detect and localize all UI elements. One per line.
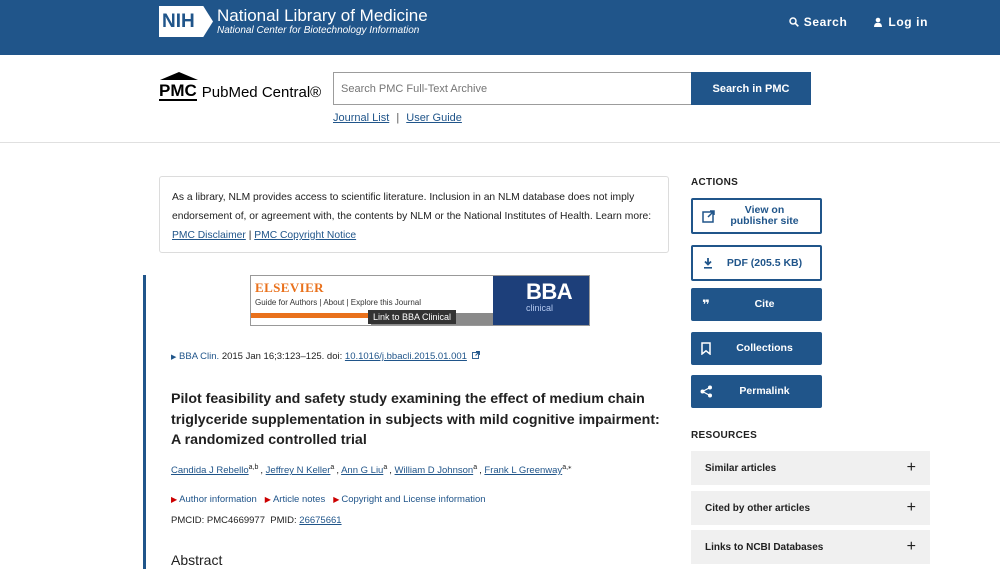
banner-orange-strip — [251, 313, 371, 318]
article-accent-rule — [143, 275, 146, 569]
pmc-search-bar: PMC PubMed Central® Search in PMC Journa… — [0, 55, 1000, 143]
author-affiliation: a — [330, 464, 335, 471]
author-affiliation: a,b — [248, 464, 259, 471]
nih-header: NIH National Library of Medicine Nationa… — [0, 0, 1000, 55]
ncbi-links-accordion[interactable]: Links to NCBI Databases + — [691, 530, 930, 564]
pmid-label: PMID: — [270, 515, 297, 526]
cite-label: Cite — [754, 298, 775, 310]
quote-icon: ❞ — [702, 296, 710, 312]
cited-by-accordion[interactable]: Cited by other articles + — [691, 491, 930, 525]
pdf-label: PDF (205.5 KB) — [726, 256, 803, 269]
author-affiliation: a — [383, 464, 388, 471]
bba-title: BBA — [526, 279, 573, 304]
external-link-icon — [471, 351, 480, 359]
expand-triangle-icon: ▶ — [171, 354, 177, 361]
triangle-icon: ▶ — [264, 495, 271, 504]
author-link[interactable]: Frank L Greenway — [484, 465, 562, 476]
cite-button[interactable]: ❞ Cite — [691, 288, 822, 321]
permalink-button[interactable]: Permalink — [691, 375, 822, 408]
pmc-name: PubMed Central® — [201, 84, 322, 101]
share-icon — [691, 385, 721, 398]
ncbi-links-label: Links to NCBI Databases — [705, 541, 824, 553]
article-info-links: ▶ Author information ▶ Article notes ▶ Copy… — [171, 494, 486, 505]
download-icon — [693, 257, 723, 269]
header-actions: Search Log in — [789, 15, 928, 29]
ncbi-subtitle: National Center for Biotechnology Inform… — [217, 25, 420, 36]
journal-list-link[interactable]: Journal List — [333, 112, 389, 124]
author-link[interactable]: Ann G Liu — [341, 465, 383, 476]
banner-links: Guide for Authors | About | Explore this… — [255, 298, 422, 307]
bookmark-icon — [691, 342, 721, 355]
bba-subtitle: clinical — [526, 303, 554, 313]
triangle-icon: ▶ — [333, 495, 340, 504]
cited-by-label: Cited by other articles — [705, 502, 811, 514]
nlm-title: National Library of Medicine — [217, 6, 428, 25]
user-icon — [874, 17, 883, 27]
login-button[interactable]: Log in — [873, 15, 928, 29]
user-guide-link[interactable]: User Guide — [406, 112, 462, 124]
view-on-publisher-label: View on publisher site — [730, 204, 799, 227]
author-link[interactable]: Jeffrey N Keller — [266, 465, 331, 476]
plus-icon: + — [906, 538, 916, 555]
author-information-toggle[interactable]: ▶ Author information — [171, 494, 257, 505]
abstract-heading: Abstract — [171, 552, 223, 568]
pdf-download-button[interactable]: PDF (205.5 KB) — [691, 245, 822, 281]
header-search-button[interactable]: Search — [789, 15, 848, 29]
pmc-disclaimer-link[interactable]: PMC Disclaimer — [172, 230, 246, 241]
disclaimer-text: As a library, NLM provides access to sci… — [172, 192, 635, 222]
pmcid-label: PMCID: PMC4669977 — [171, 515, 265, 526]
header-search-label: Search — [803, 15, 848, 29]
author-link[interactable]: Candida J Rebello — [171, 465, 249, 476]
copyright-toggle[interactable]: ▶ Copyright and License information — [333, 494, 485, 505]
author-affiliation: a,⁎ — [562, 464, 572, 471]
learn-more-label: Learn more: — [595, 211, 652, 222]
resources-heading: RESOURCES — [691, 430, 758, 441]
banner-tooltip: Link to BBA Clinical — [368, 310, 457, 324]
link-separator: | — [396, 112, 400, 124]
bba-clinical-cover: BBA clinical — [493, 276, 589, 325]
nih-text: National Library of Medicine National Ce… — [217, 6, 428, 37]
pmid-link[interactable]: 26675661 — [299, 515, 341, 526]
pmc-logo[interactable]: PMC PubMed Central® — [159, 72, 321, 101]
external-link-icon — [693, 209, 723, 223]
citation-line: ▶ BBA Clin. 2015 Jan 16;3:123–125. doi: … — [171, 351, 480, 362]
view-on-publisher-button[interactable]: View on publisher site — [691, 198, 822, 234]
disclaimer-separator: | — [248, 230, 252, 241]
collections-label: Collections — [736, 342, 793, 354]
plus-icon: + — [906, 499, 916, 516]
pmc-search-input[interactable] — [333, 72, 691, 105]
similar-articles-accordion[interactable]: Similar articles + — [691, 451, 930, 485]
article-ids: PMCID: PMC4669977 PMID: 26675661 — [171, 515, 342, 526]
search-icon — [789, 17, 799, 27]
elsevier-logo: ELSEVIER — [255, 280, 324, 295]
pmc-links: Journal List | User Guide — [333, 112, 462, 124]
plus-icon: + — [906, 459, 916, 476]
nih-badge: NIH — [159, 6, 213, 37]
search-in-pmc-button[interactable]: Search in PMC — [691, 72, 811, 105]
triangle-icon: ▶ — [171, 495, 178, 504]
author-affiliation: a — [473, 464, 478, 471]
citation-details: 2015 Jan 16;3:123–125. doi: — [221, 351, 343, 362]
author-link[interactable]: William D Johnson — [395, 465, 474, 476]
journal-link[interactable]: BBA Clin. — [179, 351, 219, 362]
doi-link[interactable]: 10.1016/j.bbacli.2015.01.001 — [345, 351, 467, 362]
article-title: Pilot feasibility and safety study exami… — [171, 391, 660, 448]
article-notes-toggle[interactable]: ▶ Article notes — [265, 494, 325, 505]
pmc-copyright-link[interactable]: PMC Copyright Notice — [254, 230, 356, 241]
permalink-label: Permalink — [739, 385, 790, 397]
pmc-roof-icon — [160, 72, 198, 80]
collections-button[interactable]: Collections — [691, 332, 822, 365]
login-label: Log in — [888, 15, 928, 29]
actions-heading: ACTIONS — [691, 177, 739, 188]
similar-articles-label: Similar articles — [705, 462, 777, 474]
nih-logo[interactable]: NIH National Library of Medicine Nationa… — [159, 6, 428, 37]
author-list: Candida J Rebelloa,b, Jeffrey N Kellera,… — [171, 464, 572, 477]
disclaimer-box: As a library, NLM provides access to sci… — [159, 176, 669, 253]
